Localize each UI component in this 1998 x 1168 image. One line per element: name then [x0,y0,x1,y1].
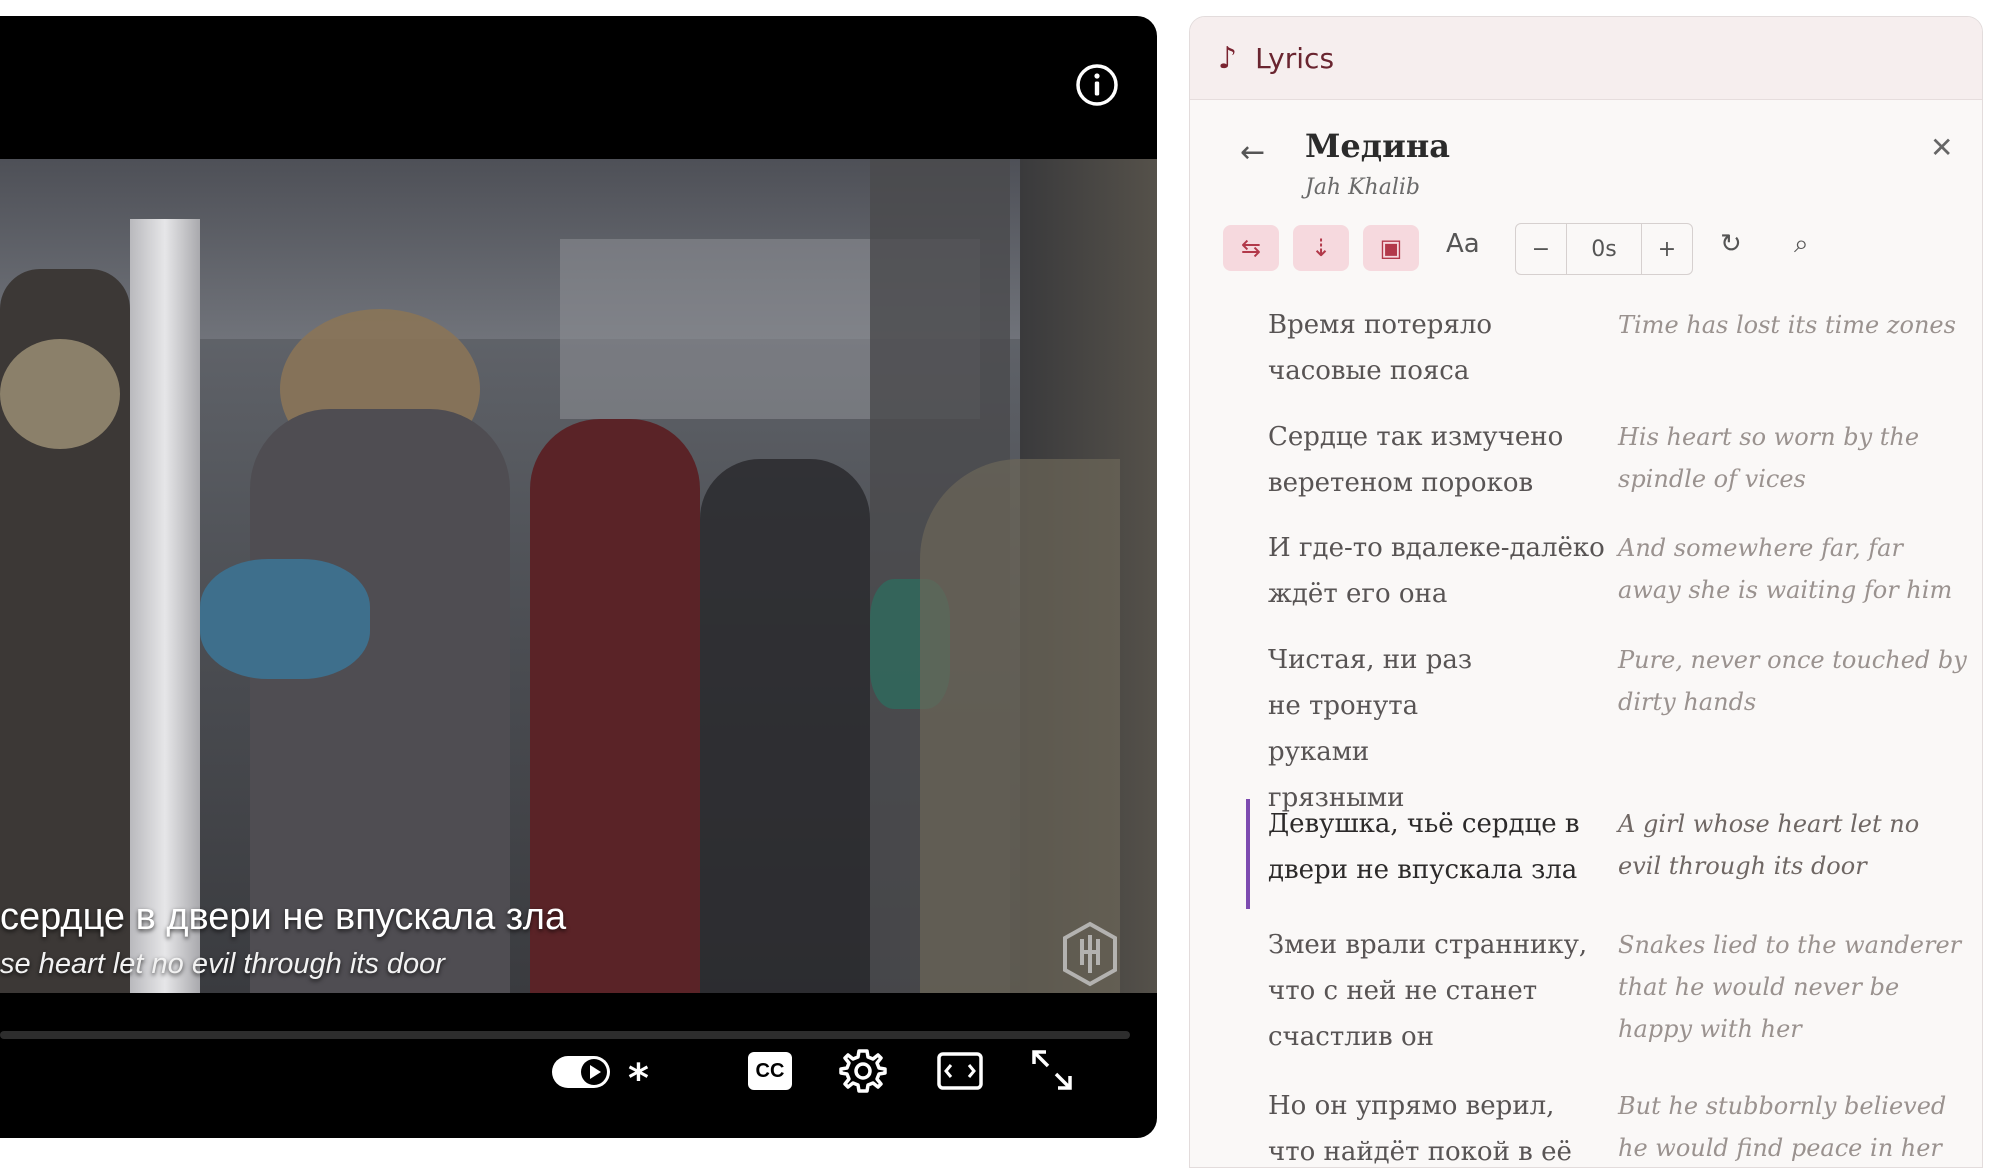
lyric-line[interactable]: Змеи врали страннику, что с ней не стане… [1246,922,1976,1072]
offset-value: 0s [1566,224,1642,274]
offset-increase-button[interactable]: + [1642,224,1692,274]
lyric-translation: A girl whose heart let no evil through i… [1618,810,1920,880]
offset-decrease-button[interactable]: − [1516,224,1566,274]
lyric-original: Сердце так измучено веретеном пороков [1268,422,1564,498]
song-title: Медина [1305,127,1450,165]
video-frame[interactable] [0,159,1157,993]
lyric-line[interactable]: Время потеряло часовые пояса Time has lo… [1246,302,1976,412]
auto-scroll-button[interactable]: ⇣ [1293,225,1349,271]
lyric-line[interactable]: Сердце так измучено веретеном пороков Hi… [1246,414,1976,524]
sync-offset-stepper: − 0s + [1515,223,1693,275]
lyric-original: И где-то вдалеке-далёко ждёт его она [1268,533,1605,609]
lyric-original: Но он упрямо верил, что найдёт покой в е… [1268,1091,1572,1167]
gear-icon[interactable] [838,1046,888,1096]
subtitle-original: сердце в двери не впускала зла [0,896,567,938]
video-player[interactable]: сердце в двери не впускала зла se heart … [0,16,1157,1138]
lyric-translation: Snakes lied to the wanderer that he woul… [1618,931,1962,1043]
progress-bar[interactable] [0,1031,1130,1039]
reset-icon[interactable]: ↻ [1720,229,1742,259]
info-icon[interactable] [1073,61,1121,109]
fullscreen-icon[interactable] [1030,1048,1074,1092]
lyric-translation: His heart so worn by the spindle of vice… [1618,423,1920,493]
search-icon[interactable]: ⌕ [1794,229,1809,260]
lyrics-panel-title: Lyrics [1255,41,1335,75]
lyric-line[interactable]: И где-то вдалеке-далёко ждёт его она And… [1246,525,1976,635]
asterisk-icon[interactable]: * [628,1056,649,1102]
lyric-translation: And somewhere far, far away she is waiti… [1618,534,1953,604]
captions-button[interactable]: CC [748,1052,792,1090]
music-note-icon: ♪ [1218,40,1238,76]
lyric-original: Время потеряло часовые пояса [1268,310,1492,386]
subtitle-translation: se heart let no evil through its door [0,948,445,980]
theater-mode-icon[interactable] [936,1050,984,1092]
back-button[interactable]: ← [1240,135,1265,170]
lyric-original: Чистая, ни раз не тронута руками грязным… [1268,645,1473,813]
lyric-line-active[interactable]: Девушка, чьё сердце в двери не впускала … [1246,799,1980,909]
close-button[interactable]: ✕ [1930,131,1953,164]
lyric-original: Девушка, чьё сердце в двери не впускала … [1268,809,1580,885]
overlay-toggle-button[interactable]: ▣ [1363,225,1419,271]
autoplay-toggle-icon[interactable] [550,1052,614,1092]
lyrics-panel: ♪ Lyrics ← Медина Jah Khalib ✕ ⇆ ⇣ ▣ Aa … [1189,16,1983,1168]
swap-languages-button[interactable]: ⇆ [1223,225,1279,271]
lyrics-panel-header: ♪ Lyrics [1190,17,1982,100]
lyric-original: Змеи врали страннику, что с ней не стане… [1268,930,1588,1052]
font-size-button[interactable]: Aa [1446,229,1480,259]
lyric-line[interactable]: Чистая, ни раз не тронута руками грязным… [1246,637,1976,813]
song-artist: Jah Khalib [1305,175,1420,200]
lyric-line[interactable]: Но он упрямо верил, что найдёт покой в е… [1246,1083,1976,1167]
lyric-translation: Pure, never once touched by dirty hands [1618,646,1967,716]
lyric-translation: Time has lost its time zones [1618,311,1956,339]
channel-watermark-icon [1063,921,1117,987]
